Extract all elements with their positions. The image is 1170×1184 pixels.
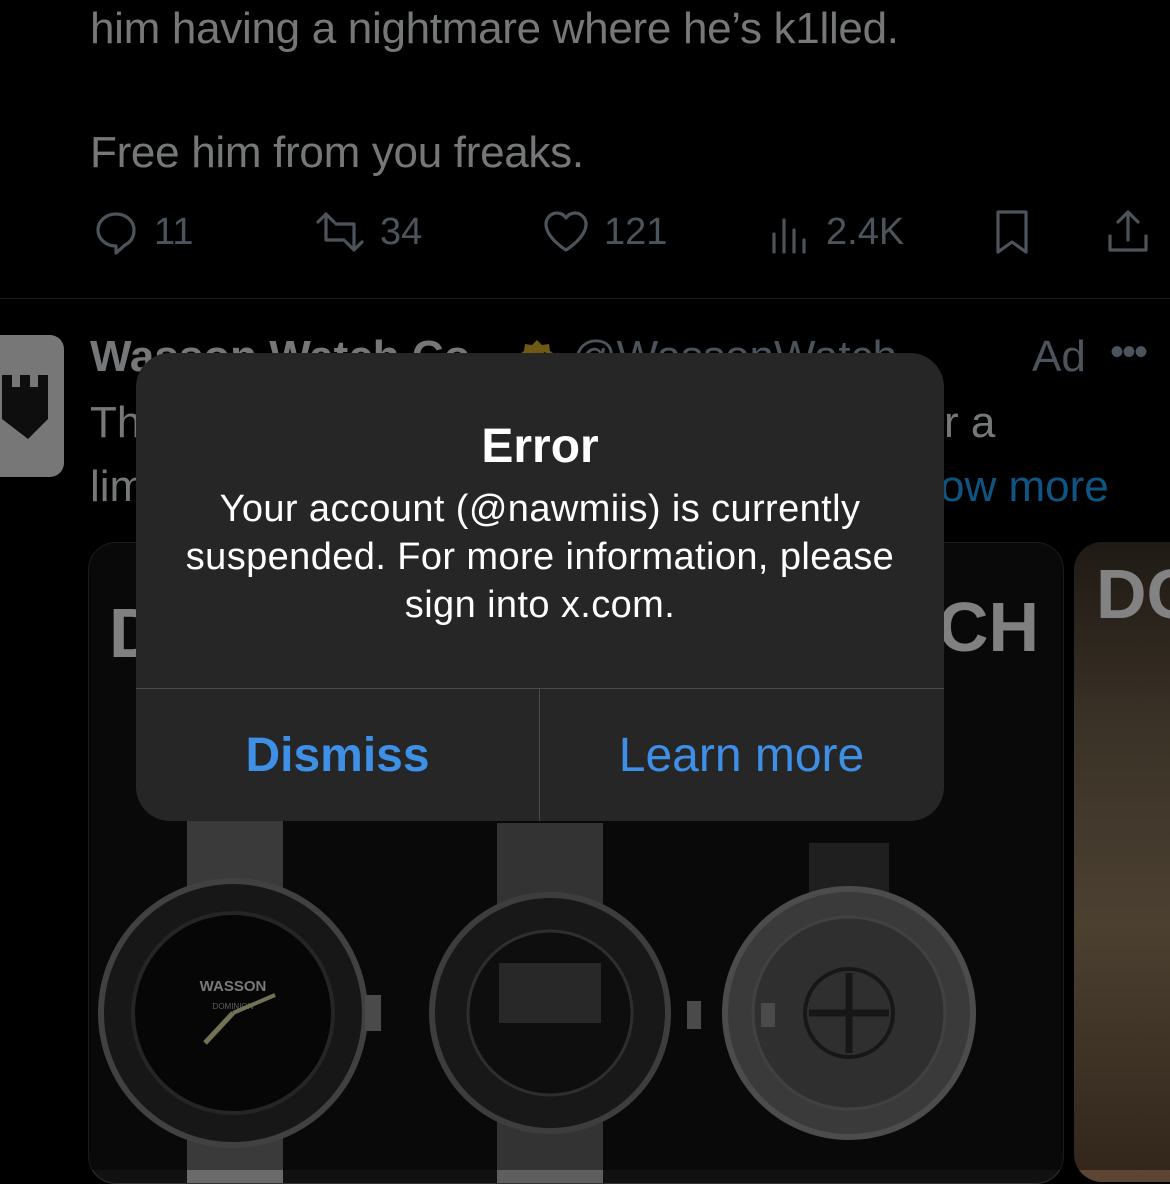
like-count: 121: [604, 210, 668, 253]
ad-label: Ad: [1032, 332, 1086, 381]
reply-button[interactable]: 11: [88, 200, 193, 264]
tweet-text-line-2: Free him from you freaks.: [90, 128, 584, 177]
repost-icon: [316, 212, 364, 252]
learn-more-button[interactable]: Learn more: [540, 689, 943, 821]
wasson-logo-avatar[interactable]: [0, 335, 64, 477]
bookmark-button[interactable]: [986, 200, 1038, 264]
dismiss-button[interactable]: Dismiss: [136, 689, 539, 821]
like-button[interactable]: 121: [538, 200, 667, 264]
reply-count: 11: [154, 210, 194, 253]
ad-text-line-1-end: r a: [944, 398, 996, 447]
views-count: 2.4K: [826, 210, 905, 253]
repost-count: 34: [380, 210, 423, 253]
tweet-action-bar: 11 34 121 2.4K: [88, 200, 1150, 264]
ad-media-card-2[interactable]: DC: [1074, 542, 1170, 1182]
share-icon: [1108, 210, 1148, 252]
views-icon: [772, 218, 806, 254]
castle-logo-icon: [2, 375, 48, 439]
repost-button[interactable]: 34: [310, 200, 422, 264]
bookmark-icon: [996, 210, 1028, 254]
more-options-icon[interactable]: •••: [1110, 330, 1148, 375]
tweet-divider: [0, 298, 1170, 299]
views-button[interactable]: 2.4K: [766, 200, 904, 264]
ad-text-line-1-start: Th: [90, 398, 142, 447]
show-more-link[interactable]: ow more: [940, 462, 1109, 512]
error-alert-dialog: Error Your account (@nawmiis) is current…: [136, 353, 944, 821]
share-button[interactable]: [1100, 200, 1156, 264]
alert-message: Your account (@nawmiis) is currently sus…: [185, 488, 895, 626]
watch-brand: WASSON: [200, 978, 267, 995]
tweet-text-line-1: him having a nightmare where he’s k1lled…: [90, 4, 899, 53]
heart-icon: [544, 211, 588, 252]
alert-title: Error: [481, 420, 599, 473]
card2-title: DC: [1096, 555, 1170, 633]
reply-icon: [96, 212, 136, 255]
